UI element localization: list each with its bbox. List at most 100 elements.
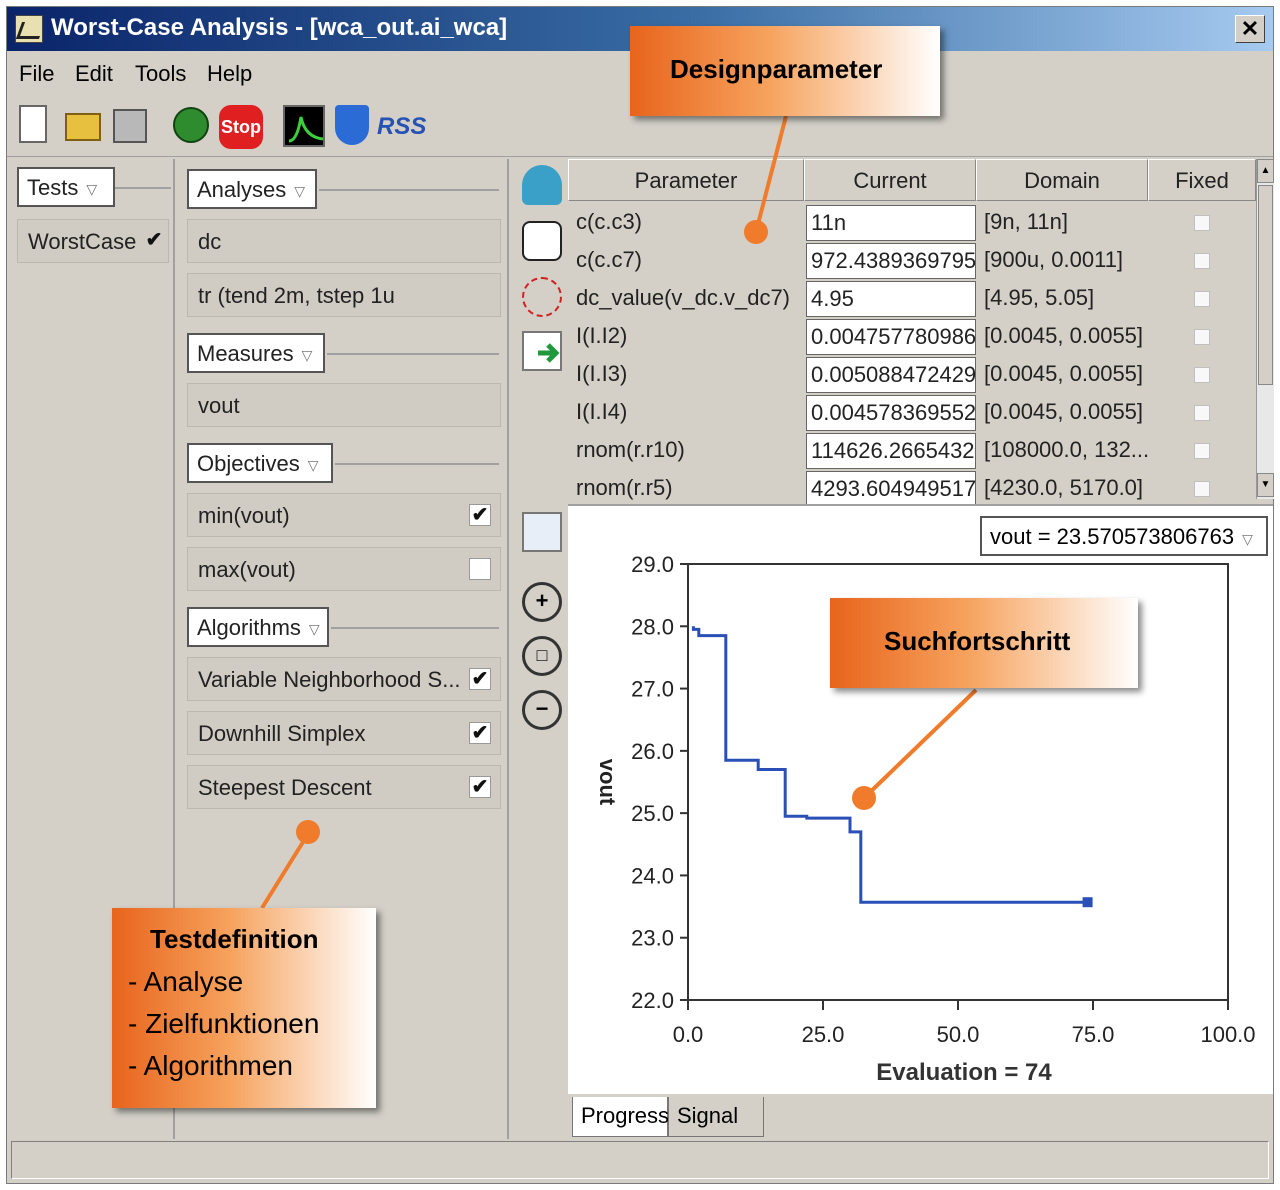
- waveform-graphic: [288, 116, 324, 143]
- tests-dropdown-label: Tests: [27, 175, 79, 200]
- tab-signal[interactable]: Signal: [668, 1097, 764, 1137]
- param-domain-cell: [0.0045, 0.0055]: [984, 399, 1144, 424]
- param-current-input[interactable]: 4293.604949517:: [806, 471, 976, 507]
- zoom-in-icon[interactable]: +: [522, 582, 562, 622]
- param-fixed-checkbox[interactable]: [1194, 329, 1210, 345]
- x-tick-label: 50.0: [937, 1022, 980, 1047]
- menu-help[interactable]: Help: [207, 61, 252, 87]
- objective-max-checkbox[interactable]: [469, 558, 491, 580]
- dice-icon[interactable]: [522, 221, 562, 261]
- objectives-dropdown[interactable]: Objectives ▽: [187, 443, 333, 483]
- algorithm-item-steepest[interactable]: Steepest Descent: [187, 765, 501, 809]
- window-title: Worst-Case Analysis - [wca_out.ai_wca]: [51, 14, 508, 41]
- param-name-cell: rnom(r.r5): [576, 475, 673, 500]
- menu-file[interactable]: File: [19, 61, 54, 87]
- menu-tools[interactable]: Tools: [135, 61, 186, 87]
- analyses-dropdown-label: Analyses: [197, 177, 287, 202]
- tests-dropdown[interactable]: Tests ▽: [17, 167, 115, 207]
- scroll-up-icon[interactable]: ▲: [1257, 159, 1274, 183]
- y-tick-label: 24.0: [631, 863, 674, 888]
- zoom-fit-icon[interactable]: □: [522, 636, 562, 676]
- col-header-parameter[interactable]: Parameter: [568, 159, 804, 201]
- open-folder-icon[interactable]: [65, 113, 101, 141]
- col-header-current[interactable]: Current: [804, 159, 976, 201]
- analyses-dropdown[interactable]: Analyses ▽: [187, 169, 317, 209]
- param-fixed-checkbox[interactable]: [1194, 215, 1210, 231]
- export-icon[interactable]: [522, 331, 562, 371]
- zoom-out-icon[interactable]: −: [522, 690, 562, 730]
- y-tick-label: 23.0: [631, 926, 674, 951]
- chevron-down-icon: ▽: [308, 620, 320, 637]
- y-tick-label: 22.0: [631, 988, 674, 1013]
- col-header-domain[interactable]: Domain: [976, 159, 1148, 201]
- x-tick-label: 75.0: [1072, 1022, 1115, 1047]
- algorithm-steepest-checkbox[interactable]: ✔: [469, 776, 491, 798]
- new-file-icon[interactable]: [19, 105, 47, 143]
- crosshair-icon[interactable]: [522, 277, 562, 317]
- param-domain-cell: [4.95, 5.05]: [984, 285, 1095, 310]
- param-current-input[interactable]: 0.004578369552: [806, 395, 976, 431]
- progress-chart-panel: vout = 23.570573806763 ▽ 29.0 28.0 27.0 26.0…: [568, 504, 1273, 1094]
- param-fixed-checkbox[interactable]: [1194, 405, 1210, 421]
- save-icon[interactable]: [113, 109, 147, 143]
- callout-test-definition: Testdefinition - Analyse - Zielfunktione…: [112, 908, 376, 1108]
- network-icon[interactable]: [522, 165, 562, 205]
- param-domain-cell: [108000.0, 132...: [984, 437, 1150, 462]
- scroll-down-icon[interactable]: ▼: [1257, 473, 1274, 497]
- param-current-input[interactable]: 11n: [806, 205, 976, 241]
- algorithms-dropdown[interactable]: Algorithms ▽: [187, 607, 329, 647]
- waveform-icon[interactable]: [283, 105, 325, 147]
- param-fixed-checkbox[interactable]: [1194, 481, 1210, 497]
- measures-dropdown[interactable]: Measures ▽: [187, 333, 325, 373]
- param-current-input[interactable]: 0.0050884724295: [806, 357, 976, 393]
- algorithm-item-vns[interactable]: Variable Neighborhood S...: [187, 657, 501, 701]
- algorithm-vns-checkbox[interactable]: ✔: [469, 668, 491, 690]
- test-check-icon[interactable]: ✔: [143, 230, 165, 252]
- callout-testdef-line: - Algorithmen: [128, 1050, 293, 1081]
- param-name-cell: I(I.I4): [576, 399, 628, 424]
- param-fixed-checkbox[interactable]: [1194, 443, 1210, 459]
- divider: [319, 189, 499, 191]
- param-fixed-checkbox[interactable]: [1194, 253, 1210, 269]
- param-current-input[interactable]: 4.95: [806, 281, 976, 317]
- param-fixed-checkbox[interactable]: [1194, 367, 1210, 383]
- chart-tabs: Progress Signal: [568, 1097, 1273, 1137]
- rss-icon[interactable]: RSS: [377, 113, 426, 141]
- col-header-fixed[interactable]: Fixed: [1148, 159, 1256, 201]
- x-tick-label: 0.0: [673, 1022, 704, 1047]
- measures-dropdown-label: Measures: [197, 341, 294, 366]
- close-button[interactable]: ✕: [1235, 15, 1265, 43]
- param-domain-cell: [0.0045, 0.0055]: [984, 361, 1144, 386]
- bug-run-icon[interactable]: [173, 107, 209, 143]
- param-current-input[interactable]: 972.4389369795€: [806, 243, 976, 279]
- table-scrollbar[interactable]: ▲ ▼: [1256, 159, 1274, 499]
- stop-icon[interactable]: Stop: [219, 105, 263, 149]
- param-fixed-checkbox[interactable]: [1194, 291, 1210, 307]
- edit-chart-icon[interactable]: [522, 512, 562, 552]
- menu-edit[interactable]: Edit: [75, 61, 113, 87]
- param-name-cell: rnom(r.r10): [576, 437, 685, 462]
- shield-icon[interactable]: [335, 105, 369, 145]
- algorithm-simplex-checkbox[interactable]: ✔: [469, 722, 491, 744]
- table-tool-strip: [512, 159, 568, 504]
- progress-chart: 29.0 28.0 27.0 26.0 25.0 24.0 23.0 22.0 0.0 25.0 5…: [595, 552, 1256, 1086]
- series-end-marker: [1082, 897, 1093, 908]
- y-axis-label: vout: [595, 759, 620, 806]
- objective-item-max[interactable]: max(vout): [187, 547, 501, 591]
- param-current-input[interactable]: 114626.2665432€: [806, 433, 976, 469]
- chevron-down-icon: ▽: [86, 180, 98, 197]
- objective-item-min[interactable]: min(vout): [187, 493, 501, 537]
- divider: [115, 187, 171, 189]
- objective-item-label: min(vout): [198, 503, 290, 528]
- measure-item-vout[interactable]: vout: [187, 383, 501, 427]
- objective-min-checkbox[interactable]: ✔: [469, 504, 491, 526]
- scroll-thumb[interactable]: [1258, 185, 1273, 385]
- tab-progress[interactable]: Progress: [572, 1097, 669, 1137]
- analysis-item-tr[interactable]: tr (tend 2m, tstep 1u: [187, 273, 501, 317]
- y-tick-label: 25.0: [631, 801, 674, 826]
- chevron-down-icon: ▽: [301, 346, 313, 363]
- param-current-input[interactable]: 0.0047577809865: [806, 319, 976, 355]
- export-arrow: [538, 343, 560, 363]
- algorithm-item-simplex[interactable]: Downhill Simplex: [187, 711, 501, 755]
- analysis-item-dc[interactable]: dc: [187, 219, 501, 263]
